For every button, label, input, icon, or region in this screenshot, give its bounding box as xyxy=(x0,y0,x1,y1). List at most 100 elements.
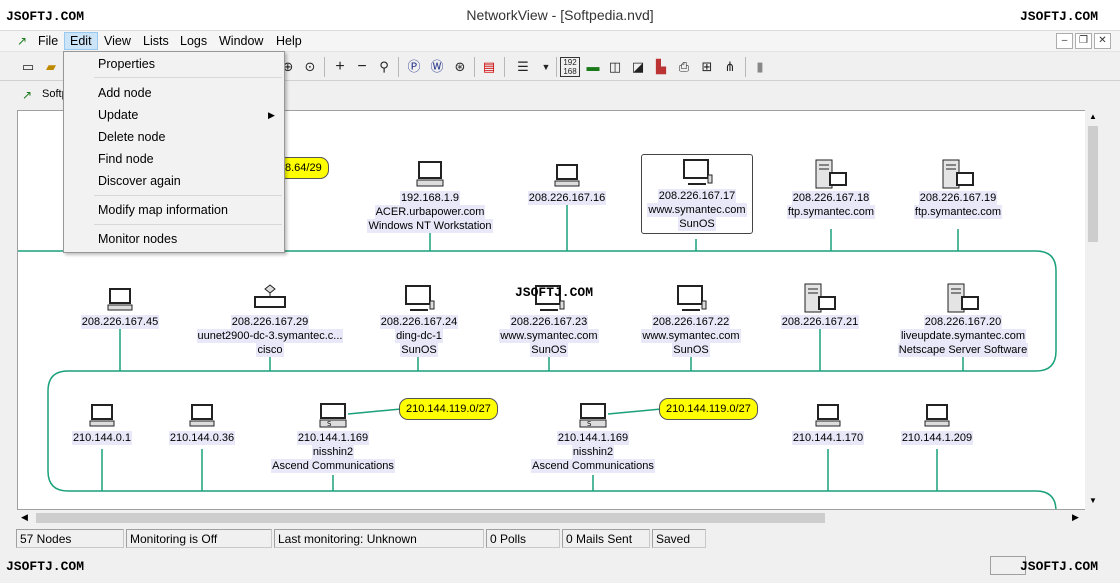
node-ip: 208.226.167.19 xyxy=(918,191,998,205)
network-node[interactable]: 208.226.167.22 www.symantec.com SunOS xyxy=(633,283,749,357)
network-node[interactable]: 208.226.167.29 uunet2900-dc-3.symantec.c… xyxy=(190,283,350,357)
scroll-left-icon[interactable]: ◀ xyxy=(21,512,28,523)
menu-item-find-node[interactable]: Find node xyxy=(65,149,283,169)
network-node[interactable]: S 210.144.1.169 nisshin2 Ascend Communic… xyxy=(528,401,658,473)
menu-item-delete-node[interactable]: Delete node xyxy=(65,127,283,147)
access-server-icon: S xyxy=(319,403,347,428)
network-node[interactable]: 208.226.167.19 ftp.symantec.com xyxy=(903,159,1013,219)
vertical-scroll-thumb[interactable] xyxy=(1088,126,1098,242)
title-bar: JSOFTJ.COM NetworkView - [Softpedia.nvd]… xyxy=(0,0,1120,31)
node-host: liveupdate.symantec.com xyxy=(899,329,1027,343)
devices-icon[interactable]: ⊞ xyxy=(697,57,717,77)
workstation-icon xyxy=(89,404,115,427)
node-os: Ascend Communications xyxy=(271,459,395,473)
node-host: nisshin2 xyxy=(311,445,355,459)
node-host: www.symantec.com xyxy=(499,329,599,343)
network-card-icon[interactable]: ▬ xyxy=(583,57,603,77)
app-icon: ↗ xyxy=(17,34,28,48)
mdi-restore-button[interactable]: ❐ xyxy=(1075,33,1092,49)
menu-item-properties[interactable]: Properties xyxy=(65,54,283,74)
network-node[interactable]: 208.226.167.45 xyxy=(70,283,170,329)
node-ip: 192.168.1.9 xyxy=(399,191,461,205)
new-map-icon[interactable]: ▭ xyxy=(18,57,38,77)
node-os: SunOS xyxy=(678,217,716,231)
open-folder-icon[interactable]: ▰ xyxy=(41,57,61,77)
network-node[interactable]: 192.168.1.9 ACER.urbapower.com Windows N… xyxy=(365,159,495,233)
menu-view[interactable]: View xyxy=(99,32,136,50)
horizontal-scrollbar[interactable]: ◀ ▶ xyxy=(17,510,1085,526)
menu-item-update-label: Update xyxy=(98,108,139,122)
list-view-icon[interactable]: ☰ xyxy=(513,57,533,77)
network-node-selected[interactable]: 208.226.167.17 www.symantec.com SunOS xyxy=(641,154,753,234)
subnet-bubble[interactable]: 210.144.119.0/27 xyxy=(399,398,498,420)
horizontal-scroll-thumb[interactable] xyxy=(36,513,825,523)
remove-icon[interactable]: − xyxy=(352,57,372,77)
node-host: uunet2900-dc-3.symantec.c... xyxy=(196,329,344,343)
bottom-bar: JSOFTJ.COM JSOFTJ.COM xyxy=(0,553,1120,583)
network-node[interactable]: 210.144.1.209 xyxy=(892,401,982,445)
subnet-bubble[interactable]: 8.64/29 xyxy=(278,157,329,179)
factory-icon[interactable]: ▙ xyxy=(651,57,671,77)
menu-logs[interactable]: Logs xyxy=(175,32,212,50)
book-icon[interactable]: ◫ xyxy=(605,57,625,77)
menu-window[interactable]: Window xyxy=(214,32,268,50)
svg-text:S: S xyxy=(587,420,592,428)
node-ip: 208.226.167.29 xyxy=(230,315,310,329)
mdi-close-button[interactable]: ✕ xyxy=(1094,33,1111,49)
server-icon xyxy=(942,159,974,189)
status-monitoring: Monitoring is Off xyxy=(126,529,272,548)
mdi-minimize-button[interactable]: – xyxy=(1056,33,1073,49)
node-os: SunOS xyxy=(672,343,710,357)
zoom-fit-icon[interactable]: ⊙ xyxy=(300,57,320,77)
node-os: cisco xyxy=(256,343,284,357)
network-node[interactable]: 210.144.0.36 xyxy=(162,401,242,445)
scroll-right-icon[interactable]: ▶ xyxy=(1072,512,1079,523)
menu-item-update[interactable]: Update ▶ xyxy=(65,105,283,125)
network-node[interactable]: S 210.144.1.169 nisshin2 Ascend Communic… xyxy=(268,401,398,473)
open-book-icon[interactable]: ◪ xyxy=(628,57,648,77)
node-ip: 208.226.167.22 xyxy=(651,315,731,329)
network-node[interactable]: 208.226.167.20 liveupdate.symantec.com N… xyxy=(888,283,1038,357)
find-icon[interactable]: ⚲ xyxy=(374,57,394,77)
add-icon[interactable]: + xyxy=(330,57,350,77)
ip-address-icon[interactable]: 192 168 xyxy=(560,57,580,77)
menu-help[interactable]: Help xyxy=(271,32,307,50)
watermark-bottom-left: JSOFTJ.COM xyxy=(6,559,85,574)
node-os: Windows NT Workstation xyxy=(367,219,493,233)
menu-edit[interactable]: Edit xyxy=(64,32,98,50)
server-icon xyxy=(947,283,979,313)
vertical-scrollbar[interactable]: ▲ ▼ xyxy=(1085,110,1101,510)
menu-item-monitor-nodes[interactable]: Monitor nodes xyxy=(65,229,283,249)
menu-file[interactable]: File xyxy=(33,32,63,50)
node-ip: 208.226.167.45 xyxy=(80,315,160,329)
network-node[interactable]: 208.226.167.18 ftp.symantec.com xyxy=(776,159,886,219)
node-os: Netscape Server Software xyxy=(897,343,1029,357)
monitor-icon[interactable]: ▤ xyxy=(479,57,499,77)
subnet-bubble[interactable]: 210.144.119.0/27 xyxy=(659,398,758,420)
menu-item-discover-again[interactable]: Discover again xyxy=(65,171,283,191)
network-tree-icon[interactable]: ⋔ xyxy=(720,57,740,77)
ping-icon[interactable]: Ⓟ xyxy=(404,57,424,77)
network-node[interactable]: 210.144.0.1 xyxy=(62,401,142,445)
server-icon xyxy=(815,159,847,189)
network-node[interactable]: 208.226.167.16 xyxy=(517,159,617,205)
workstation-icon xyxy=(924,404,950,427)
menu-item-modify-map[interactable]: Modify map information xyxy=(65,200,283,220)
network-node[interactable]: 208.226.167.21 xyxy=(770,283,870,329)
stop-icon[interactable]: ▮ xyxy=(750,57,770,77)
node-host: www.symantec.com xyxy=(641,329,741,343)
node-ip: 210.144.0.1 xyxy=(71,431,133,445)
web-icon[interactable]: Ⓦ xyxy=(427,57,447,77)
menu-lists[interactable]: Lists xyxy=(138,32,174,50)
scroll-up-icon[interactable]: ▲ xyxy=(1089,112,1097,121)
menu-item-add-node[interactable]: Add node xyxy=(65,83,283,103)
network-node[interactable]: 208.226.167.24 ding-dc-1 SunOS xyxy=(364,283,474,357)
discover-icon[interactable]: ⊛ xyxy=(450,57,470,77)
network-node[interactable]: 210.144.1.170 xyxy=(783,401,873,445)
scroll-down-icon[interactable]: ▼ xyxy=(1089,496,1097,505)
node-ip: 210.144.1.170 xyxy=(791,431,865,445)
node-host: ding-dc-1 xyxy=(395,329,443,343)
printer-icon[interactable]: ⎙ xyxy=(674,57,694,77)
node-os: Ascend Communications xyxy=(531,459,655,473)
dropdown-arrow-icon[interactable]: ▼ xyxy=(536,57,556,77)
